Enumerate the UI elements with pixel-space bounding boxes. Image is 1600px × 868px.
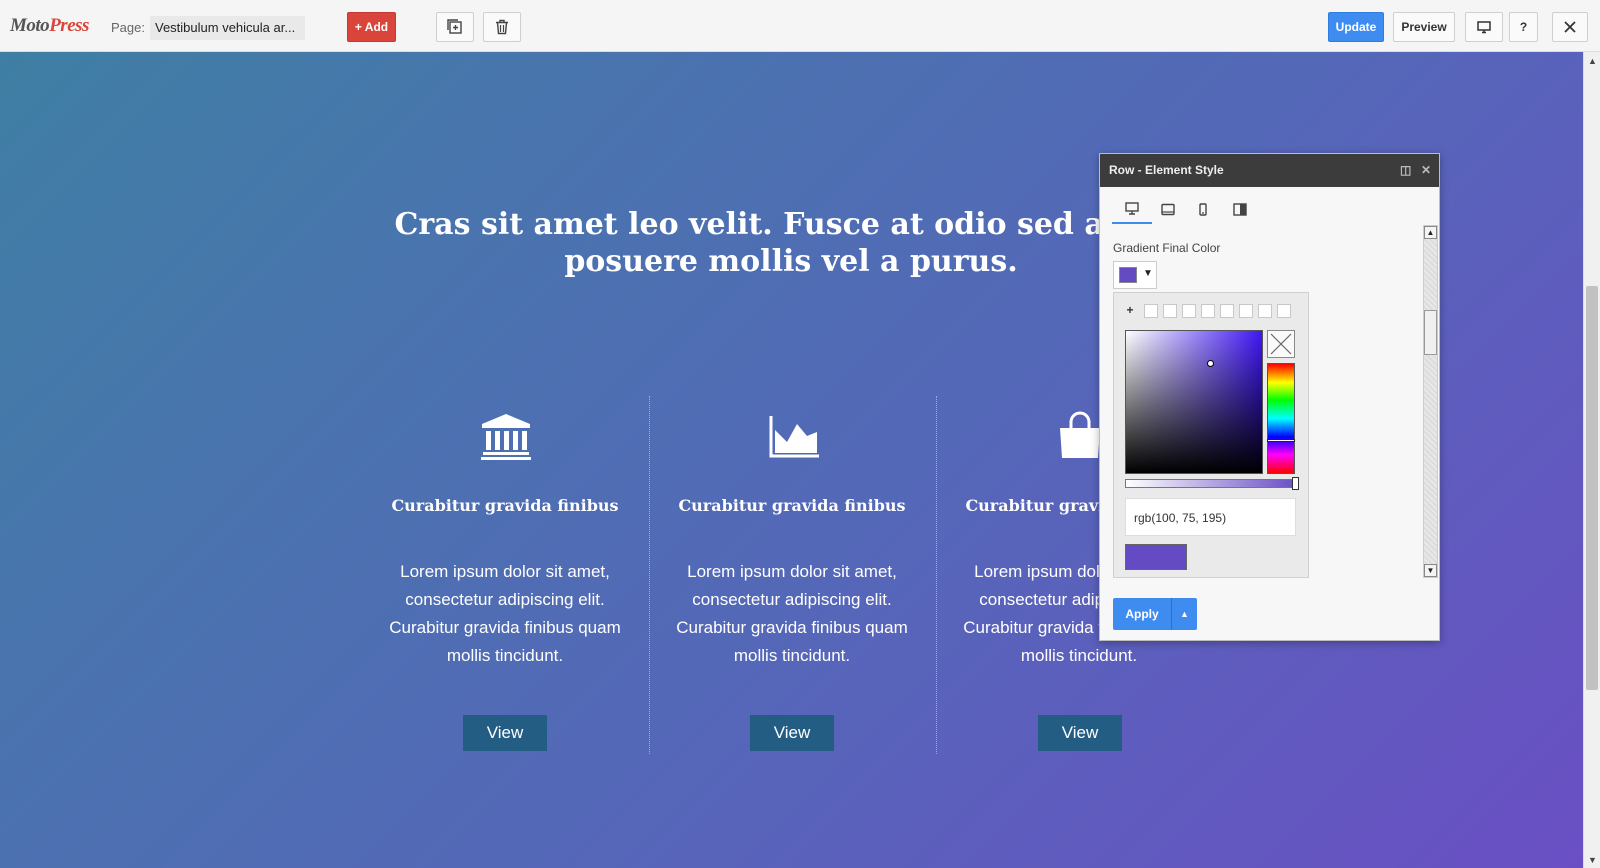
- tablet-landscape-icon: [1161, 203, 1175, 215]
- duplicate-button[interactable]: [436, 12, 474, 42]
- close-icon: [1564, 21, 1576, 33]
- panel-scroll-up-icon[interactable]: ▲: [1424, 226, 1437, 239]
- palette-slot[interactable]: [1277, 304, 1291, 318]
- panel-scroll-thumb[interactable]: [1424, 310, 1437, 355]
- tab-tablet-portrait[interactable]: [1183, 194, 1223, 224]
- opacity-slider[interactable]: [1125, 477, 1299, 490]
- delete-button[interactable]: [483, 12, 521, 42]
- top-toolbar: MotoPress Page: Vestibulum vehicula ar..…: [0, 0, 1600, 52]
- clear-color-button[interactable]: [1267, 330, 1295, 358]
- preview-button[interactable]: Preview: [1393, 12, 1455, 42]
- view-button[interactable]: View: [1038, 715, 1122, 751]
- color-swatch: [1119, 267, 1137, 283]
- apply-button[interactable]: Apply: [1113, 598, 1172, 630]
- close-editor-button[interactable]: [1552, 12, 1588, 42]
- color-dropdown[interactable]: ▼: [1113, 261, 1157, 289]
- device-toggle-icon: [1233, 202, 1247, 216]
- page-label: Page:: [111, 20, 145, 35]
- panel-close-icon[interactable]: ✕: [1421, 163, 1431, 177]
- feature-column[interactable]: Curabitur gravida finibus Lorem ipsum do…: [648, 396, 936, 752]
- palette-slot[interactable]: [1258, 304, 1272, 318]
- saturation-cursor[interactable]: [1207, 360, 1214, 367]
- palette-slot[interactable]: [1144, 304, 1158, 318]
- color-picker: + rgb(100, 75, 195): [1113, 292, 1309, 578]
- area-chart-icon: [769, 416, 819, 458]
- gradient-final-color-label: Gradient Final Color: [1113, 241, 1221, 255]
- bank-icon: [481, 414, 531, 460]
- palette-slot[interactable]: [1201, 304, 1215, 318]
- mobile-icon: [1199, 202, 1207, 216]
- apply-options-caret-icon[interactable]: ▲: [1172, 598, 1197, 630]
- add-palette-color-icon[interactable]: +: [1124, 304, 1136, 317]
- saturation-field[interactable]: [1125, 330, 1263, 474]
- device-view-button[interactable]: [1465, 12, 1503, 42]
- palette-slot[interactable]: [1163, 304, 1177, 318]
- opacity-handle[interactable]: [1292, 477, 1299, 490]
- palette-slot[interactable]: [1182, 304, 1196, 318]
- panel-header[interactable]: Row - Element Style ◫ ✕: [1100, 154, 1439, 187]
- tab-desktop[interactable]: [1112, 194, 1152, 224]
- feature-column[interactable]: Curabitur gravida finibus Lorem ipsum do…: [361, 396, 649, 752]
- view-button[interactable]: View: [750, 715, 834, 751]
- logo-text: Moto: [10, 15, 50, 36]
- hue-marker[interactable]: [1267, 439, 1295, 442]
- view-button[interactable]: View: [463, 715, 547, 751]
- palette-slot[interactable]: [1220, 304, 1234, 318]
- page-scroll-thumb[interactable]: [1586, 286, 1598, 690]
- element-style-panel: Row - Element Style ◫ ✕ Gradient Final C…: [1099, 153, 1440, 641]
- desktop-icon: [1125, 201, 1139, 215]
- desktop-icon: [1477, 21, 1491, 34]
- feature-text: Lorem ipsum dolor sit amet, consectetur …: [676, 562, 908, 665]
- feature-text: Lorem ipsum dolor sit amet, consectetur …: [389, 562, 621, 665]
- color-value-input[interactable]: rgb(100, 75, 195): [1125, 498, 1296, 536]
- feature-title: Curabitur gravida finibus: [678, 496, 906, 515]
- dropdown-caret-icon: ▼: [1143, 268, 1153, 279]
- panel-scroll-down-icon[interactable]: ▼: [1424, 564, 1437, 577]
- palette-slot[interactable]: [1239, 304, 1253, 318]
- color-preview: [1125, 544, 1187, 570]
- panel-scrollbar[interactable]: ▲ ▼: [1423, 225, 1438, 578]
- device-tabs: [1112, 194, 1262, 224]
- update-button[interactable]: Update: [1328, 12, 1384, 42]
- logo-accent-text: Press: [49, 15, 89, 36]
- tab-hide-on-device[interactable]: [1220, 194, 1260, 224]
- logo: MotoPress: [10, 15, 89, 37]
- panel-title: Row - Element Style: [1109, 163, 1224, 177]
- page-select[interactable]: Vestibulum vehicula ar...: [150, 16, 305, 40]
- dock-icon[interactable]: ◫: [1400, 163, 1411, 177]
- clear-icon: [1270, 333, 1292, 355]
- scroll-down-arrow-icon[interactable]: ▼: [1584, 851, 1600, 868]
- add-button[interactable]: + Add: [347, 12, 396, 42]
- page-scrollbar[interactable]: ▲ ▼: [1583, 52, 1600, 868]
- scroll-up-arrow-icon[interactable]: ▲: [1584, 52, 1600, 69]
- apply-split-button: Apply ▲: [1113, 598, 1197, 630]
- tab-tablet-landscape[interactable]: [1148, 194, 1188, 224]
- help-button[interactable]: ?: [1509, 12, 1538, 42]
- duplicate-icon: [447, 19, 462, 34]
- feature-title: Curabitur gravida finibus: [391, 496, 619, 515]
- trash-icon: [496, 19, 508, 35]
- hue-slider[interactable]: [1267, 363, 1295, 474]
